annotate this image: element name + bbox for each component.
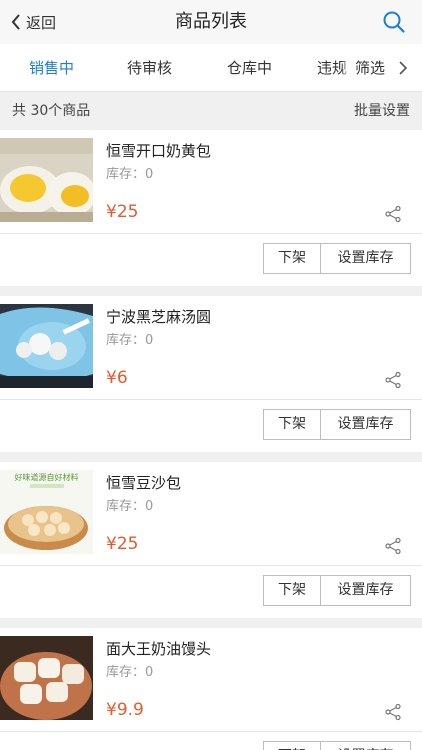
list-summary: 共 30个商品 批量设置 [0,92,422,130]
card-divider [0,731,422,732]
image-slogan: 好味道源自好材料 [15,472,79,482]
product-image [0,304,93,388]
share-icon[interactable] [384,703,402,721]
filter-label: 筛选 [355,59,386,77]
product-image: 好味道源自好材料 [0,470,93,554]
product-stock: 库存：0 [106,333,154,348]
filter-button[interactable]: 筛选 [351,44,422,91]
product-price: ¥9.9 [106,700,144,720]
card-divider [0,399,422,400]
product-card[interactable]: 恒雪开口奶黄包 库存：0 ¥25 下架 设置库存 [0,130,422,286]
set-stock-button[interactable]: 设置库存 [320,741,411,750]
product-stock: 库存：0 [106,167,154,182]
set-stock-button[interactable]: 设置库存 [320,243,411,274]
delist-button[interactable]: 下架 [263,243,321,274]
share-icon[interactable] [384,537,402,555]
search-icon[interactable] [382,10,406,34]
delist-button[interactable]: 下架 [263,575,321,606]
batch-settings-button[interactable]: 批量设置 [354,92,410,130]
product-name: 宁波黑芝麻汤圆 [106,308,212,326]
set-stock-button[interactable]: 设置库存 [320,409,411,440]
page-title: 商品列表 [175,11,247,32]
product-image [0,636,93,720]
share-icon[interactable] [384,205,402,223]
set-stock-button[interactable]: 设置库存 [320,575,411,606]
product-name: 恒雪开口奶黄包 [106,142,212,160]
filter-fade [341,44,351,91]
product-price: ¥25 [106,534,139,554]
card-divider [0,233,422,234]
navigation-bar: 返回 商品列表 [0,0,422,44]
product-stock: 库存：0 [106,499,154,514]
tab-on-sale[interactable]: 销售中 [29,44,74,91]
product-card[interactable]: 好味道源自好材料 恒雪豆沙包 库存：0 ¥25 下架 设置库存 [0,462,422,618]
product-name: 面大王奶油馒头 [106,640,212,658]
tab-in-warehouse[interactable]: 仓库中 [227,44,272,91]
product-price: ¥25 [106,202,139,222]
product-price: ¥6 [106,368,128,388]
status-tabs: 销售中 待审核 仓库中 违规 筛选 [0,44,422,92]
product-card[interactable]: 面大王奶油馒头 库存：0 ¥9.9 下架 设置库存 [0,628,422,750]
share-icon[interactable] [384,371,402,389]
card-divider [0,565,422,566]
product-card[interactable]: 宁波黑芝麻汤圆 库存：0 ¥6 下架 设置库存 [0,296,422,452]
tab-pending-review[interactable]: 待审核 [127,44,172,91]
product-name: 恒雪豆沙包 [106,474,182,492]
delist-button[interactable]: 下架 [263,409,321,440]
delist-button[interactable]: 下架 [263,741,321,750]
product-count: 共 30个商品 [12,103,91,119]
product-stock: 库存：0 [106,665,154,680]
chevron-right-icon[interactable] [396,60,410,76]
product-image [0,138,93,222]
